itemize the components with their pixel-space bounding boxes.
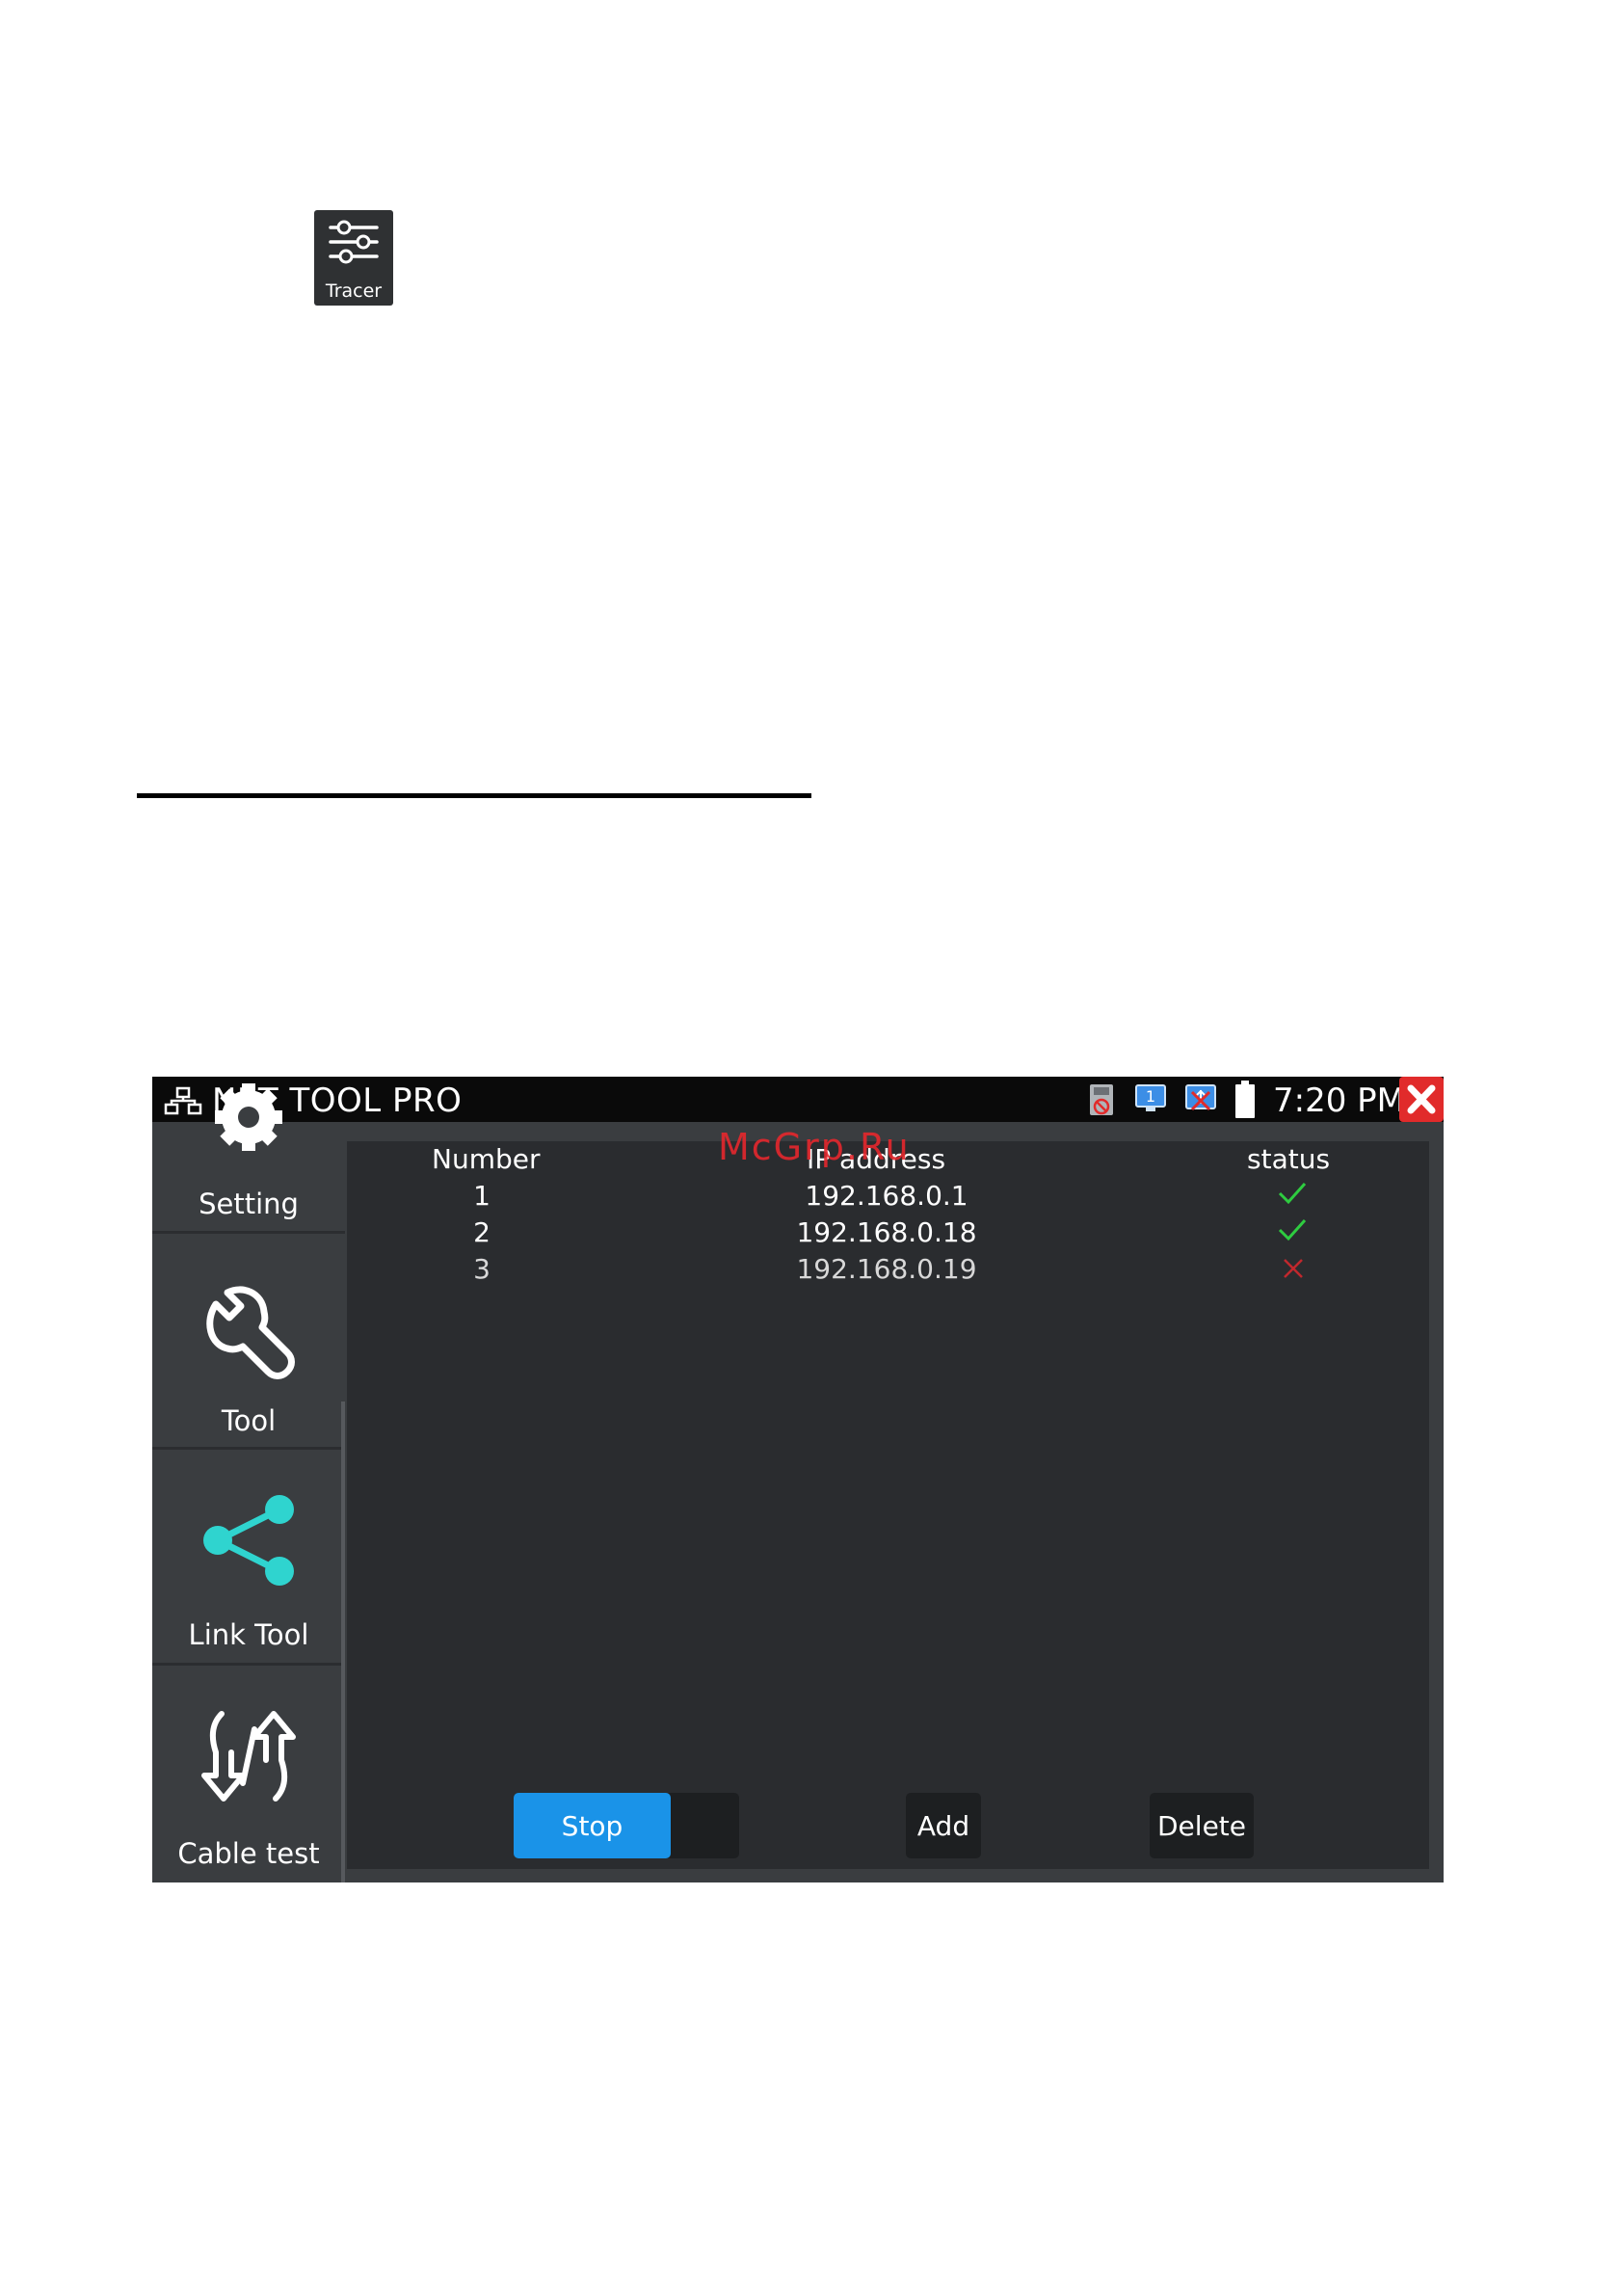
sidebar-item-label: Setting — [199, 1188, 299, 1220]
sidebar-scrollbar[interactable] — [341, 1402, 345, 1882]
add-button[interactable]: Add — [906, 1793, 981, 1858]
ip-list-panel: Number IP address status 1 192.168.0.1 2… — [347, 1141, 1429, 1869]
sidebar: Setting Tool Link Tool Cable test — [152, 1083, 345, 1882]
stop-button[interactable]: Stop — [514, 1793, 671, 1858]
network-icon — [164, 1086, 202, 1115]
share-icon — [203, 1495, 294, 1586]
check-icon — [1278, 1182, 1307, 1205]
monitor-icon: 1 — [1135, 1084, 1166, 1111]
sidebar-item-setting[interactable]: Setting — [152, 1083, 345, 1228]
svg-text:1: 1 — [1146, 1087, 1155, 1106]
watermark: McGrp.Ru — [718, 1126, 911, 1168]
close-icon — [1407, 1084, 1436, 1114]
sidebar-item-cable-test[interactable]: Cable test — [152, 1666, 345, 1882]
row-ip-address: 192.168.0.19 — [796, 1253, 977, 1285]
gear-icon — [215, 1083, 282, 1151]
clock: 7:20 PM — [1273, 1081, 1405, 1120]
column-header-number: Number — [432, 1143, 541, 1175]
row-ip-address: 192.168.0.1 — [805, 1180, 968, 1212]
delete-button[interactable]: Delete — [1150, 1793, 1254, 1858]
fail-cross-icon — [1284, 1259, 1303, 1278]
row-number: 1 — [473, 1180, 491, 1212]
row-number: 3 — [473, 1253, 491, 1285]
status-bar: NET TOOL PRO 1 7:20 PM — [152, 1077, 1444, 1122]
column-header-status: status — [1247, 1143, 1331, 1175]
battery-icon — [1235, 1081, 1255, 1118]
sidebar-item-label: Tool — [221, 1404, 277, 1437]
section-rule — [137, 793, 811, 798]
tracer-icon — [329, 220, 379, 264]
check-icon — [1278, 1218, 1307, 1241]
tracer-app-label: Tracer — [325, 280, 383, 302]
usb-off-icon — [1185, 1084, 1216, 1111]
device-screen: NET TOOL PRO 1 7:20 PM Setting Tool Link… — [152, 1077, 1444, 1882]
row-ip-address: 192.168.0.18 — [796, 1216, 977, 1248]
sd-card-off-icon — [1090, 1084, 1113, 1115]
sidebar-item-link-tool[interactable]: Link Tool — [152, 1450, 345, 1663]
sidebar-item-label: Cable test — [177, 1837, 320, 1870]
wrench-icon — [206, 1286, 295, 1379]
tracer-app-icon[interactable]: Tracer — [314, 210, 393, 306]
cable-test-icon — [201, 1711, 296, 1802]
sidebar-item-label: Link Tool — [188, 1618, 309, 1651]
row-number: 2 — [473, 1216, 491, 1248]
close-button[interactable] — [1399, 1077, 1444, 1122]
sidebar-item-tool[interactable]: Tool — [152, 1234, 345, 1447]
